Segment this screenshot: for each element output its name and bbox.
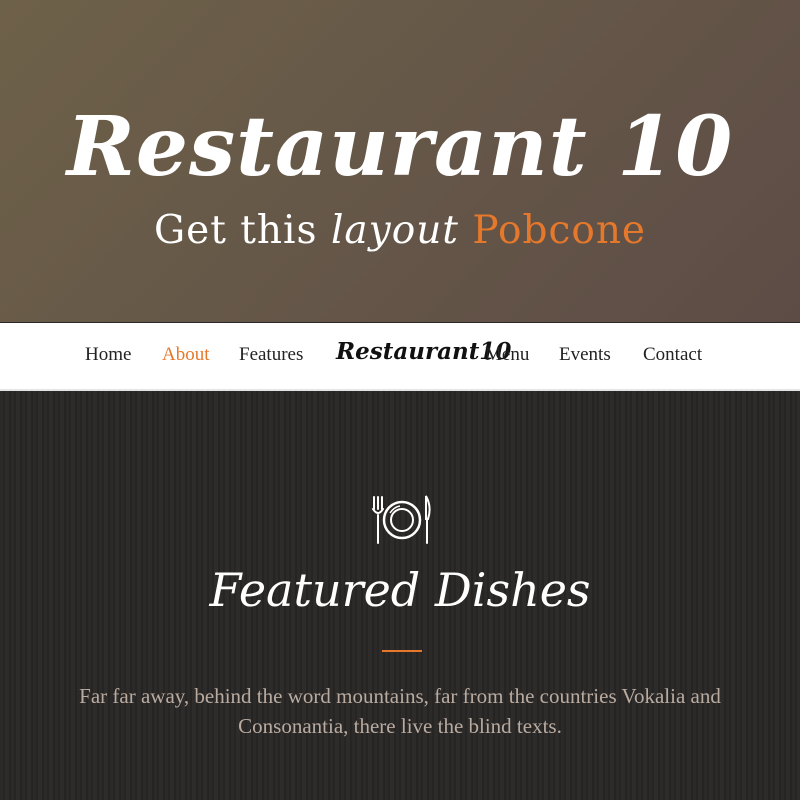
plate-fork-knife-icon: [372, 495, 431, 544]
nav-contact-link[interactable]: Contact: [643, 344, 702, 366]
title-divider: [382, 650, 422, 652]
hero-subtitle-prefix: Get this: [153, 208, 318, 253]
hero-banner: Restaurant 10 Get this layout Pobcone: [0, 0, 800, 322]
hero-subtitle: Get this layout Pobcone: [0, 208, 800, 253]
main-navbar: Home About Features Restaurant10 Menu Ev…: [0, 323, 800, 391]
featured-dishes-section: Featured Dishes Far far away, behind the…: [0, 391, 800, 800]
section-description: Far far away, behind the word mountains,…: [79, 684, 721, 738]
section-title: Featured Dishes: [209, 563, 591, 617]
hero-subtitle-italic: layout: [330, 208, 459, 253]
nav-events-link[interactable]: Events: [559, 344, 611, 366]
hero-title: Restaurant 10: [66, 99, 734, 195]
nav-about-link[interactable]: About: [162, 344, 210, 366]
nav-features-link[interactable]: Features: [239, 344, 303, 366]
hero-subtitle-brand-link[interactable]: Pobcone: [472, 208, 646, 253]
nav-home-link[interactable]: Home: [85, 344, 131, 366]
nav-menu-link[interactable]: Menu: [485, 344, 529, 366]
